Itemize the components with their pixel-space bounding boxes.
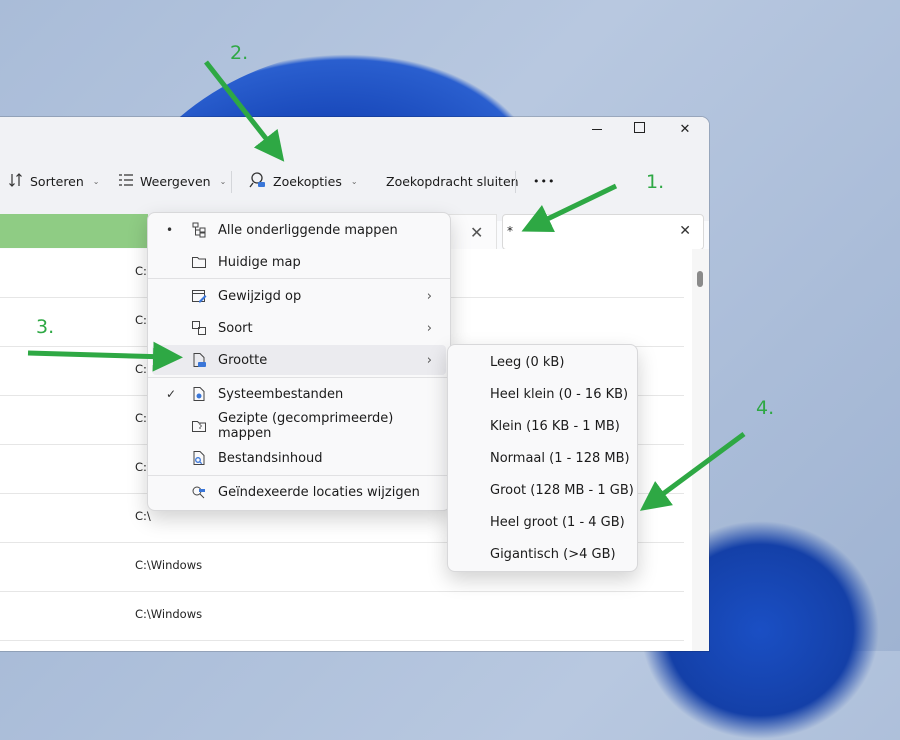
submenu-item-gigantic[interactable]: Gigantisch (>4 GB) xyxy=(490,547,616,562)
menu-item-label: Soort xyxy=(218,320,253,336)
sort-icon xyxy=(8,172,24,191)
menu-item-label: Gewijzigd op xyxy=(218,288,302,304)
search-options-button[interactable]: Zoekopties ⌄ xyxy=(249,165,358,197)
view-label: Weergeven xyxy=(140,173,211,189)
size-submenu: Leeg (0 kB) Heel klein (0 - 16 KB) Klein… xyxy=(447,344,638,572)
scrollbar-thumb[interactable] xyxy=(697,271,703,287)
close-icon: ✕ xyxy=(679,122,691,137)
row-path: C:\Windows xyxy=(135,558,203,572)
command-bar: Sorteren ⌄ Weergeven ⌄ Zoekopties ⌄ Zoek… xyxy=(0,143,709,221)
search-input[interactable]: * ✕ xyxy=(502,214,704,250)
maximize-button[interactable] xyxy=(627,121,651,139)
annotation-label-3: 3. xyxy=(36,316,55,338)
file-size-icon xyxy=(190,351,208,369)
submenu-item-medium[interactable]: Normaal (1 - 128 MB) xyxy=(490,451,630,466)
address-clear-icon[interactable]: ✕ xyxy=(470,223,483,242)
menu-divider xyxy=(148,278,450,279)
chevron-down-icon: ⌄ xyxy=(219,176,227,186)
menu-item-current-folder[interactable]: Huidige map xyxy=(152,247,446,277)
calendar-icon xyxy=(190,287,208,305)
menu-item-file-contents[interactable]: Bestandsinhoud xyxy=(152,443,446,473)
view-button[interactable]: Weergeven ⌄ xyxy=(118,165,226,197)
menu-item-label: Grootte xyxy=(218,352,268,368)
minimize-button[interactable] xyxy=(585,121,609,139)
close-window-button[interactable]: ✕ xyxy=(673,121,697,139)
chevron-right-icon: › xyxy=(426,352,432,368)
toolbar-divider xyxy=(231,171,232,193)
row-path: C:\ xyxy=(135,509,151,523)
menu-item-label: Geïndexeerde locaties wijzigen xyxy=(218,484,420,500)
zip-folder-icon xyxy=(190,417,208,435)
minimize-icon xyxy=(592,128,602,131)
search-clear-icon[interactable]: ✕ xyxy=(679,223,691,239)
chevron-down-icon: ⌄ xyxy=(92,176,100,186)
sort-button[interactable]: Sorteren ⌄ xyxy=(8,165,100,197)
menu-item-label: Gezipte (gecomprimeerde) mappen xyxy=(218,411,394,441)
menu-divider xyxy=(148,377,450,378)
menu-item-label: Alle onderliggende mappen xyxy=(218,222,398,238)
shapes-icon xyxy=(190,319,208,337)
more-icon: ••• xyxy=(533,174,556,188)
menu-item-change-indexed-locations[interactable]: Geïndexeerde locaties wijzigen xyxy=(152,477,446,507)
menu-item-label: Systeembestanden xyxy=(218,386,344,402)
close-search-button[interactable]: Zoekopdracht sluiten xyxy=(386,165,519,197)
maximize-icon xyxy=(633,122,645,133)
search-options-menu: • Alle onderliggende mappen Huidige map … xyxy=(147,212,451,511)
title-bar: ✕ xyxy=(0,117,709,143)
table-row[interactable]: C:\Windows xyxy=(0,592,684,641)
menu-item-type[interactable]: Soort › xyxy=(152,313,446,343)
sort-label: Sorteren xyxy=(30,173,84,189)
submenu-item-huge[interactable]: Heel groot (1 - 4 GB) xyxy=(490,515,625,530)
menu-item-label: Huidige map xyxy=(218,254,301,270)
tree-icon xyxy=(190,221,208,239)
menu-item-size[interactable]: Grootte › xyxy=(152,345,446,375)
search-options-icon xyxy=(249,171,267,192)
menu-item-system-files[interactable]: ✓ Systeembestanden xyxy=(152,379,446,409)
menu-item-all-subfolders[interactable]: • Alle onderliggende mappen xyxy=(152,215,446,245)
system-file-icon xyxy=(190,385,208,403)
submenu-item-empty[interactable]: Leeg (0 kB) xyxy=(490,355,564,370)
chevron-right-icon: › xyxy=(426,320,432,336)
menu-item-date-modified[interactable]: Gewijzigd op › xyxy=(152,281,446,311)
submenu-item-large[interactable]: Groot (128 MB - 1 GB) xyxy=(490,483,634,498)
search-value: * xyxy=(507,224,513,238)
menu-divider xyxy=(148,475,450,476)
checkmark-icon: ✓ xyxy=(166,387,177,401)
vertical-scrollbar[interactable] xyxy=(692,249,709,651)
annotation-label-4: 4. xyxy=(756,397,775,419)
file-search-icon xyxy=(190,449,208,467)
view-list-icon xyxy=(118,172,134,191)
chevron-right-icon: › xyxy=(426,288,432,304)
index-search-icon xyxy=(190,483,208,501)
chevron-down-icon: ⌄ xyxy=(350,176,358,186)
address-bar-progress[interactable] xyxy=(0,214,148,248)
search-options-label: Zoekopties xyxy=(273,173,342,189)
selected-bullet-icon: • xyxy=(166,223,174,237)
menu-item-zipped-folders[interactable]: Gezipte (gecomprimeerde) mappen xyxy=(152,411,446,441)
menu-item-label: Bestandsinhoud xyxy=(218,450,323,466)
more-options-button[interactable]: ••• xyxy=(533,165,555,197)
submenu-item-tiny[interactable]: Heel klein (0 - 16 KB) xyxy=(490,387,628,402)
annotation-label-1: 1. xyxy=(646,171,665,193)
row-path: C:\Windows xyxy=(135,607,203,621)
folder-icon xyxy=(190,253,208,271)
toolbar-divider xyxy=(515,171,516,193)
close-search-label: Zoekopdracht sluiten xyxy=(386,173,519,189)
submenu-item-small[interactable]: Klein (16 KB - 1 MB) xyxy=(490,419,620,434)
annotation-label-2: 2. xyxy=(230,42,249,64)
